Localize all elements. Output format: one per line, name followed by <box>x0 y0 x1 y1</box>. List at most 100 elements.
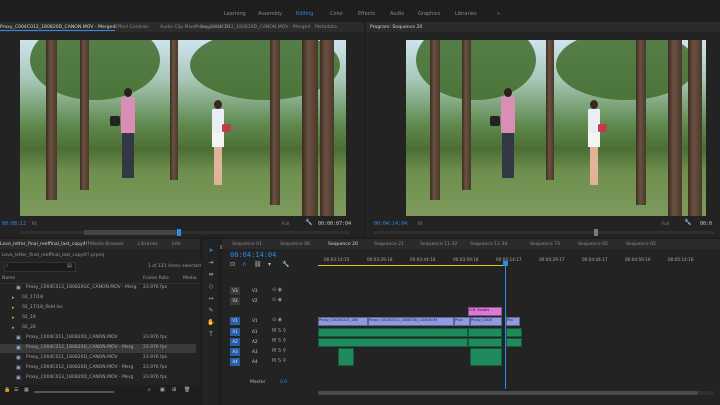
project-row[interactable]: ▸ 02_17/18_field ins <box>0 304 196 313</box>
track-source-patch[interactable]: V2 <box>230 297 240 305</box>
workspace-audio[interactable]: Audio <box>390 11 404 17</box>
col-name[interactable]: Name <box>2 276 15 281</box>
workspace-libraries[interactable]: Libraries <box>455 11 477 17</box>
sequence-tab[interactable]: Sequence 20 <box>328 242 358 247</box>
sequence-tab[interactable]: Sequence 06 <box>280 242 310 247</box>
search-input[interactable]: ⌕ <box>4 262 76 272</box>
a3-clip-1[interactable] <box>338 348 354 366</box>
tab-metadata[interactable]: Metadata <box>315 25 337 30</box>
sequence-tab[interactable]: Sequence 11-34 <box>470 242 507 247</box>
a1-clip-2[interactable] <box>468 328 502 337</box>
track-source-patch[interactable]: A1 <box>230 328 240 336</box>
a2-clip-3[interactable] <box>506 338 522 347</box>
track-mute-solo-icon[interactable]: M S ⚲ <box>272 348 286 354</box>
timeline-scrollbar[interactable] <box>318 391 714 395</box>
col-media[interactable]: Media <box>183 276 197 281</box>
v1-clip-1[interactable]: Proxy_C004C013_180 <box>318 317 368 326</box>
v1-clip-3[interactable]: Prox <box>454 317 470 326</box>
source-fit-select[interactable]: Fit <box>32 221 37 226</box>
project-row[interactable]: ▣ Proxy_C004C013_180820GC_CANON.MOV - Mer… <box>0 284 196 293</box>
new-bin-icon[interactable]: ▤ <box>67 263 72 269</box>
track-source-patch[interactable]: V1 <box>230 317 240 325</box>
track-select-icon[interactable]: ⇥ <box>207 259 215 267</box>
timeline-settings-icon[interactable]: 🔧 <box>282 261 289 268</box>
track-source-patch[interactable]: A3 <box>230 348 240 356</box>
master-value[interactable]: 0.0 <box>280 380 287 385</box>
workspace-learning[interactable]: Learning <box>224 11 246 17</box>
project-row[interactable]: ▸ 02_19 <box>0 314 196 323</box>
project-row[interactable]: ▸ 02_17/18 <box>0 294 196 303</box>
selection-tool-icon[interactable]: ➤ <box>207 247 215 255</box>
program-fit-select[interactable]: Fit <box>418 221 423 226</box>
slip-icon[interactable]: ↔ <box>207 295 215 303</box>
more-workspaces-icon[interactable]: » <box>497 11 500 17</box>
v1-clip-4[interactable]: Proxy_C004 <box>470 317 502 326</box>
project-row[interactable]: ▣ Proxy_C004C011_180820D_CANON.MOV 23.976 … <box>0 354 196 363</box>
source-scrubber[interactable] <box>20 229 350 236</box>
zoom-slider[interactable] <box>34 391 114 393</box>
a2-clip-1[interactable] <box>318 338 468 347</box>
timeline-timecode[interactable]: 00:04:14:04 <box>230 251 276 259</box>
track-name[interactable]: V1 <box>252 318 258 323</box>
workspace-effects[interactable]: Effects <box>358 11 375 17</box>
track-source-patch[interactable]: A2 <box>230 338 240 346</box>
track-name[interactable]: A1 <box>252 329 258 334</box>
tab-source-clip[interactable]: Proxy_C004C012_180820D_CANON.MOV - Merge… <box>0 25 116 31</box>
snap-icon[interactable]: ∩ <box>242 261 246 268</box>
sequence-tab[interactable]: Sequence 05 <box>578 242 608 247</box>
work-area-bar[interactable] <box>318 265 508 266</box>
tab-effect-controls[interactable]: Effect Controls <box>115 25 149 30</box>
track-source-patch[interactable]: V3 <box>230 287 240 295</box>
effect-clip-gr-visuals[interactable]: G.R Visuals <box>468 307 502 316</box>
hand-icon[interactable]: ✋ <box>207 319 215 327</box>
icon-view-icon[interactable]: ▦ <box>24 387 29 393</box>
track-visibility-icon[interactable]: ⊙ ◉ <box>272 317 282 323</box>
list-view-icon[interactable]: ☰ <box>14 387 18 393</box>
new-item-icon[interactable]: ⊞ <box>172 387 176 393</box>
program-title[interactable]: Program: Sequence 20 <box>370 25 422 30</box>
col-frame-rate[interactable]: Frame Rate <box>143 276 169 281</box>
program-scrubber[interactable] <box>374 229 714 236</box>
program-wrench-icon[interactable]: 🔧 <box>684 219 691 226</box>
track-mute-solo-icon[interactable]: M S ⚲ <box>272 328 286 334</box>
program-quality-select[interactable]: Full <box>662 221 669 226</box>
a2-clip-2[interactable] <box>468 338 502 347</box>
track-name[interactable]: V3 <box>252 288 258 293</box>
sequence-tab[interactable]: Sequence 73 <box>530 242 560 247</box>
new-folder-icon[interactable]: ▣ <box>160 387 165 393</box>
a1-clip-1[interactable] <box>318 328 468 337</box>
sequence-tab[interactable]: Sequence 11-32 <box>420 242 457 247</box>
nest-icon[interactable]: ⊡ <box>230 261 235 268</box>
wrench-icon[interactable]: 🔧 <box>305 219 312 226</box>
add-marker-icon[interactable]: ▾ <box>268 261 271 268</box>
a3-clip-2[interactable] <box>470 348 502 366</box>
track-name[interactable]: A3 <box>252 349 258 354</box>
sequence-tab[interactable]: Sequence 01 <box>232 242 262 247</box>
track-mute-solo-icon[interactable]: M S ⚲ <box>272 338 286 344</box>
a1-clip-3[interactable] <box>506 328 522 337</box>
track-visibility-icon[interactable]: ⊙ ◉ <box>272 297 282 303</box>
workspace-graphics[interactable]: Graphics <box>418 11 440 17</box>
workspace-assembly[interactable]: Assembly <box>258 11 282 17</box>
tab-libraries[interactable]: Libraries <box>138 242 158 247</box>
source-timecode-in[interactable]: 00:08:12 <box>2 221 26 227</box>
v1-clip-2[interactable]: Proxy_C004C012_180820D_CANON.M <box>368 317 454 326</box>
find-icon[interactable]: ⌕ <box>148 387 151 393</box>
source-quality-select[interactable]: Full <box>282 221 289 226</box>
project-row[interactable]: ▣ Proxy_C004C012_180820D_CANON.MOV - Merg… <box>0 344 196 353</box>
track-name[interactable]: V2 <box>252 298 258 303</box>
trash-icon[interactable]: 🗑 <box>184 387 190 393</box>
workspace-editing[interactable]: Editing <box>296 11 313 17</box>
project-row[interactable]: ▸ 02_20 <box>0 324 196 333</box>
program-timecode[interactable]: 00:04:14:04 <box>374 221 407 227</box>
track-visibility-icon[interactable]: ⊙ ◉ <box>272 287 282 293</box>
tab-source-clip-2[interactable]: Proxy_C004C012_180820D_CANON.MOV - Merge… <box>195 25 310 30</box>
pen-icon[interactable]: ✎ <box>207 307 215 315</box>
project-row[interactable]: ▣ Proxy_C004C012_180820D_CANON.MOV - Merg… <box>0 364 196 373</box>
tab-media-browser[interactable]: Media Browser <box>90 242 124 247</box>
project-row[interactable]: ▣ Proxy_C004C011_180820D_CANON.MOV 23.976 … <box>0 334 196 343</box>
v1-clip-5[interactable]: Pro <box>506 317 520 326</box>
workspace-color[interactable]: Color <box>330 11 343 17</box>
track-source-patch[interactable]: A4 <box>230 358 240 366</box>
tab-info[interactable]: Info <box>172 242 181 247</box>
